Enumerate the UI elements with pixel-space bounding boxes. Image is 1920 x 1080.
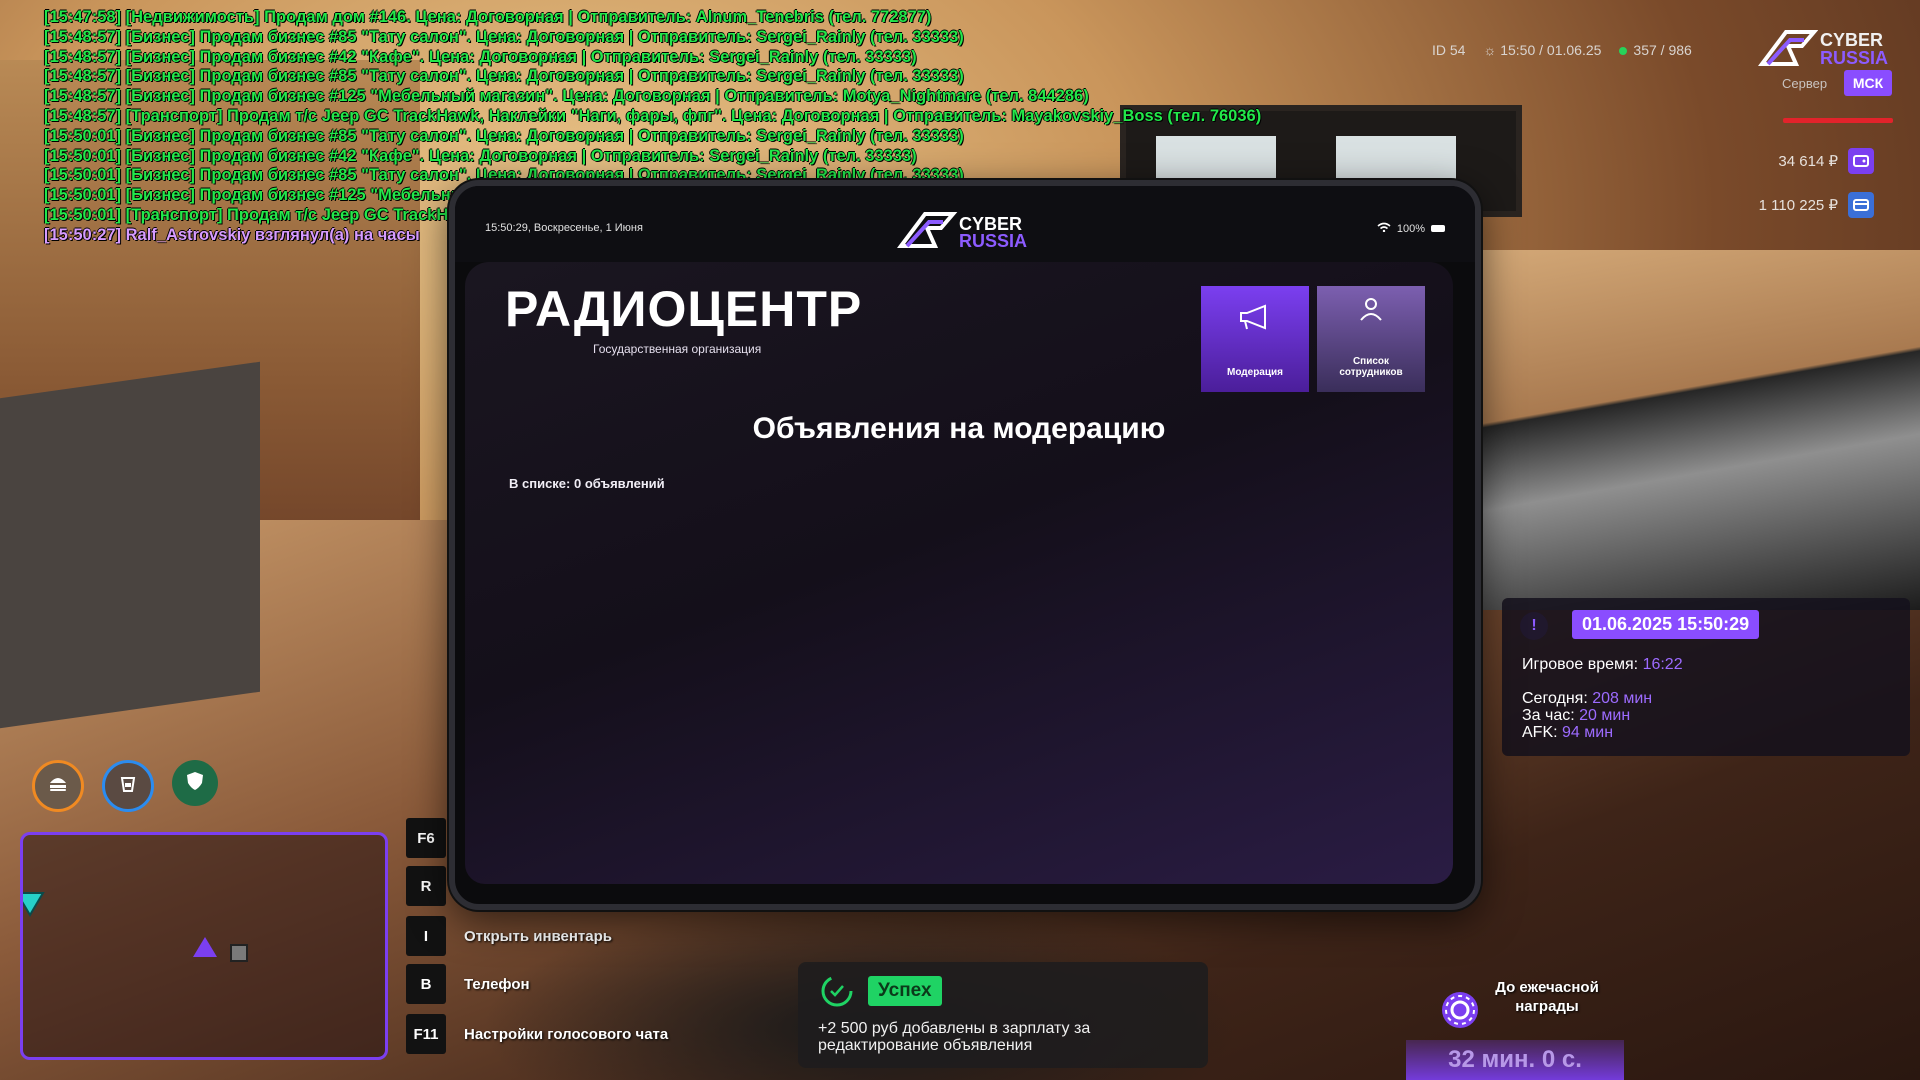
wifi-icon [1377,222,1391,235]
stats-hour: За час: 20 мин [1522,707,1631,724]
online-dot-icon [1619,47,1628,55]
card-icon [1848,192,1874,218]
stats-datetime: 01.06.2025 15:50:29 [1572,610,1760,639]
minimap[interactable] [15,832,388,1060]
player-id: ID 54 [1432,42,1466,58]
chat-line: [15:50:01] [Бизнес] Продам бизнес #42 "К… [44,146,917,165]
chat-line: [15:48:57] [Бизнес] Продам бизнес #42 "К… [44,47,917,66]
success-notification: Успех +2 500 руб добавлены в зарплату за… [798,962,1208,1068]
background-board [0,361,260,729]
stats-afk: AFK: 94 мин [1522,724,1614,741]
thirst-indicator [102,760,154,812]
armor-indicator [172,760,218,806]
tablet-logo: CYBER RUSSIA [895,210,1045,254]
hud-status: ID 54 ☼ 15:50 / 01.06.25 357 / 986 [1432,42,1692,58]
chat-line: [15:50:01] [Бизнес] Продам бизнес #85 "Т… [44,126,964,145]
stats-today: Сегодня: 208 мин [1522,690,1653,707]
stats-panel: ! 01.06.2025 15:50:29 Игровое время: 16:… [1502,598,1910,756]
burger-icon [48,775,68,797]
chat-line: [15:48:57] [Бизнес] Продам бизнес #125 "… [44,87,1089,106]
north-marker-icon [15,892,45,917]
brand-logo: CYBER RUSSIA [1758,28,1898,72]
key-hint-row: I Открыть инвентарь [406,916,612,956]
logo-icon [897,212,958,248]
warning-icon: ! [1520,612,1548,640]
user-icon [1358,296,1384,325]
success-badge: Успех [868,976,942,1006]
tablet-status-right: 100% [1377,222,1445,235]
money-bank: 1 110 225 ₽ [1759,192,1874,218]
location-marker-icon [230,944,248,962]
megaphone-icon [1237,302,1273,335]
hourly-reward: До ежечасной награды 32 мин. 0 с. [1406,968,1624,1080]
tablet-screen: РАДИОЦЕНТР Государственная организация М… [465,262,1453,884]
tablet: 15:50:29, Воскресенье, 1 Июня CYBER RUSS… [449,180,1481,910]
minimap-markers [15,892,248,962]
stats-game-time: Игровое время: 16:22 [1522,656,1683,673]
online-count: 357 / 986 [1619,42,1692,58]
reward-label: До ежечасной награды [1495,979,1599,1015]
reward-timer: 32 мин. 0 с. [1406,1040,1624,1080]
gift-icon [1440,990,1480,1035]
employees-list-button[interactable]: Список сотрудников [1317,286,1425,392]
key-hint-row: B Телефон [406,964,530,1004]
org-subtitle: Государственная организация [593,342,762,356]
list-count: В списке: 0 объявлений [509,476,665,491]
wallet-icon [1848,148,1874,174]
chat-line: [15:48:57] [Транспорт] Продам т/с Jeep G… [44,106,1262,125]
tablet-status-bar: 15:50:29, Воскресенье, 1 Июня CYBER RUSS… [455,186,1475,262]
shield-icon [186,771,204,795]
org-title: РАДИОЦЕНТР [505,281,863,337]
clock: ☼ 15:50 / 01.06.25 [1483,42,1602,58]
moderation-button[interactable]: Модерация [1201,286,1309,392]
chat-line: [15:48:57] [Бизнес] Продам бизнес #85 "Т… [44,67,964,86]
chat-line: [15:48:57] [Бизнес] Продам бизнес #85 "Т… [44,27,964,46]
player-marker-icon [193,937,217,957]
health-bar [1783,118,1893,123]
check-circle-icon [820,974,854,1013]
money-cash: 34 614 ₽ [1778,148,1874,174]
list-title: Объявления на модерацию [752,412,1166,445]
hunger-indicator [32,760,84,812]
sun-icon: ☼ [1483,42,1497,58]
server-badge: МСК [1844,70,1892,96]
key-hint-row: F11 Настройки голосового чата [406,1014,668,1054]
cup-icon [119,775,137,797]
server-label: Сервер [1782,76,1828,91]
chat-line: [15:47:58] [Недвижимость] Продам дом #14… [44,8,932,26]
battery-icon [1431,225,1445,232]
tablet-time: 15:50:29, Воскресенье, 1 Июня [485,222,643,234]
notification-message: +2 500 руб добавлены в зарплату за редак… [818,1020,1091,1054]
background-table [1470,250,1920,610]
logo-icon [1758,30,1819,66]
